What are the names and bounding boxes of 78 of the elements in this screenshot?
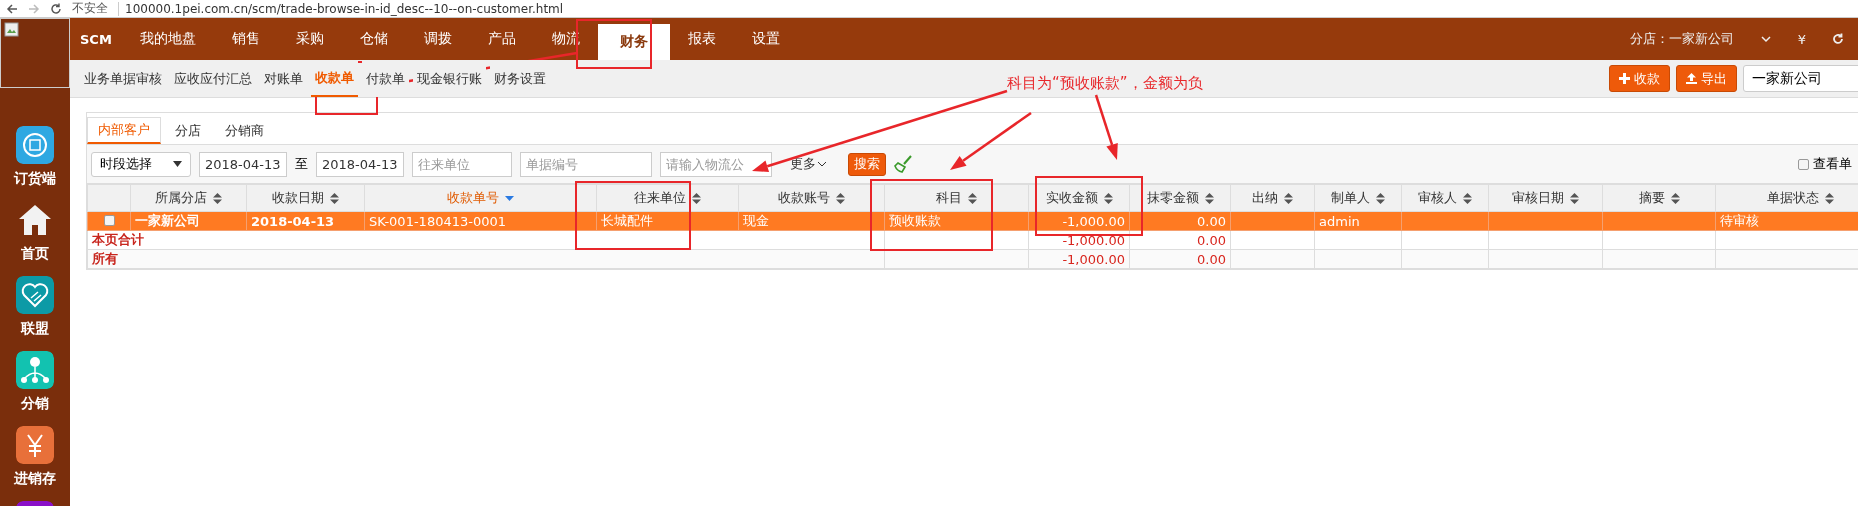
column-header[interactable]: 收款日期 [246, 184, 365, 212]
nav-tab[interactable]: 报表 [669, 18, 734, 60]
column-header[interactable]: 摘要 [1602, 184, 1716, 212]
sidebar-label[interactable]: 首页 [21, 245, 49, 263]
back-icon[interactable] [6, 2, 18, 15]
column-header[interactable]: 收款账号 [738, 184, 885, 212]
nav-tab[interactable]: 采购 [277, 18, 342, 60]
url-text[interactable]: 100000.1pei.com.cn/scm/trade-browse-in-id_desc--10--on-customer.html [125, 1, 564, 16]
caret-icon [173, 161, 182, 167]
chevron-down-icon [818, 161, 826, 167]
range-separator: 至 [295, 155, 308, 173]
date-field[interactable]: 2018-04-13 [199, 151, 287, 177]
row-checkbox[interactable] [103, 214, 115, 226]
plus-icon [1619, 73, 1630, 84]
column-header[interactable]: 科目 [884, 184, 1029, 212]
more-dropdown[interactable]: 更多 [790, 155, 826, 173]
date-field[interactable]: 2018-04-13 [316, 151, 404, 177]
sort-icon[interactable] [1670, 192, 1680, 204]
checkbox-label[interactable]: 查看单 [1813, 155, 1852, 173]
tab[interactable]: 内部客户 [87, 117, 161, 144]
sort-icon[interactable] [1570, 192, 1579, 204]
column-header[interactable]: 出纳 [1230, 184, 1315, 212]
nav-tab[interactable]: 调拨 [405, 18, 470, 60]
column-header[interactable]: 所属分店 [130, 184, 247, 212]
column-header[interactable]: 实收金额 [1028, 184, 1130, 212]
table-cell: 0.00 [1129, 230, 1231, 250]
nav-tab[interactable]: 产品 [469, 18, 534, 60]
sort-icon[interactable] [692, 192, 701, 204]
store-select[interactable]: 一家新公司 [1743, 65, 1858, 92]
sort-icon[interactable] [968, 192, 977, 204]
sidebar-label[interactable]: 分销 [21, 395, 49, 413]
chevron-down-icon[interactable] [1759, 33, 1772, 45]
nav-tab[interactable]: 我的地盘 [121, 18, 214, 60]
sort-icon[interactable] [1825, 192, 1834, 204]
period-dropdown[interactable]: 时段选择 [91, 151, 191, 177]
sort-icon[interactable] [1284, 192, 1293, 204]
reload-icon[interactable] [50, 2, 62, 15]
filter-field[interactable]: 单据编号 [520, 151, 652, 177]
org-tree-icon[interactable] [16, 351, 54, 389]
brand-label[interactable]: SCM [70, 18, 122, 60]
sort-icon[interactable] [836, 192, 845, 204]
nav-tab[interactable]: 设置 [733, 18, 798, 60]
column-header[interactable]: 制单人 [1314, 184, 1402, 212]
column-header[interactable]: 单据状态 [1715, 184, 1858, 212]
sort-icon[interactable] [330, 192, 339, 204]
sort-icon[interactable] [1376, 192, 1385, 204]
sidebar-label[interactable]: 进销存 [14, 470, 56, 488]
checkbox[interactable] [1798, 158, 1809, 170]
order-app-icon[interactable] [16, 126, 54, 164]
broken-image-icon [4, 22, 20, 38]
nav-tab[interactable]: 财务 [597, 24, 670, 60]
sort-icon[interactable] [1463, 192, 1472, 204]
filter-field[interactable]: 请输入物流公 [660, 151, 772, 177]
nav-tab[interactable]: 仓储 [341, 18, 406, 60]
upload-icon [1686, 73, 1697, 84]
annotation-arrow [1094, 94, 1118, 160]
sort-icon[interactable] [213, 192, 222, 204]
annotation-text: 科目为“预收账款”，金额为负 [1007, 74, 1203, 93]
tab[interactable]: 分销商 [215, 117, 274, 144]
column-header[interactable]: 抹零金额 [1129, 184, 1231, 212]
sort-icon[interactable] [1204, 192, 1214, 204]
sidebar-label[interactable]: 订货端 [14, 170, 56, 188]
broom-icon[interactable] [894, 155, 914, 173]
refresh-icon[interactable] [1832, 33, 1844, 45]
column-header[interactable]: 审核日期 [1488, 184, 1603, 212]
sort-icon[interactable] [1103, 192, 1113, 204]
total-label: 本页合计 [87, 230, 885, 250]
sidebar-label[interactable]: 联盟 [21, 320, 49, 338]
tab[interactable]: 分店 [165, 117, 211, 144]
yen-icon[interactable] [16, 426, 54, 464]
nav-tab[interactable]: 销售 [213, 18, 278, 60]
security-label[interactable]: 不安全 [72, 0, 108, 17]
currency-button[interactable]: ¥ [1797, 31, 1806, 47]
column-header[interactable]: 审核人 [1401, 184, 1489, 212]
table-cell: -1,000.00 [1028, 230, 1130, 250]
store-label[interactable]: 分店：一家新公司 [1629, 30, 1734, 48]
column-header[interactable]: 往来单位 [596, 184, 739, 212]
filter-field[interactable]: 往来单位 [412, 151, 512, 177]
